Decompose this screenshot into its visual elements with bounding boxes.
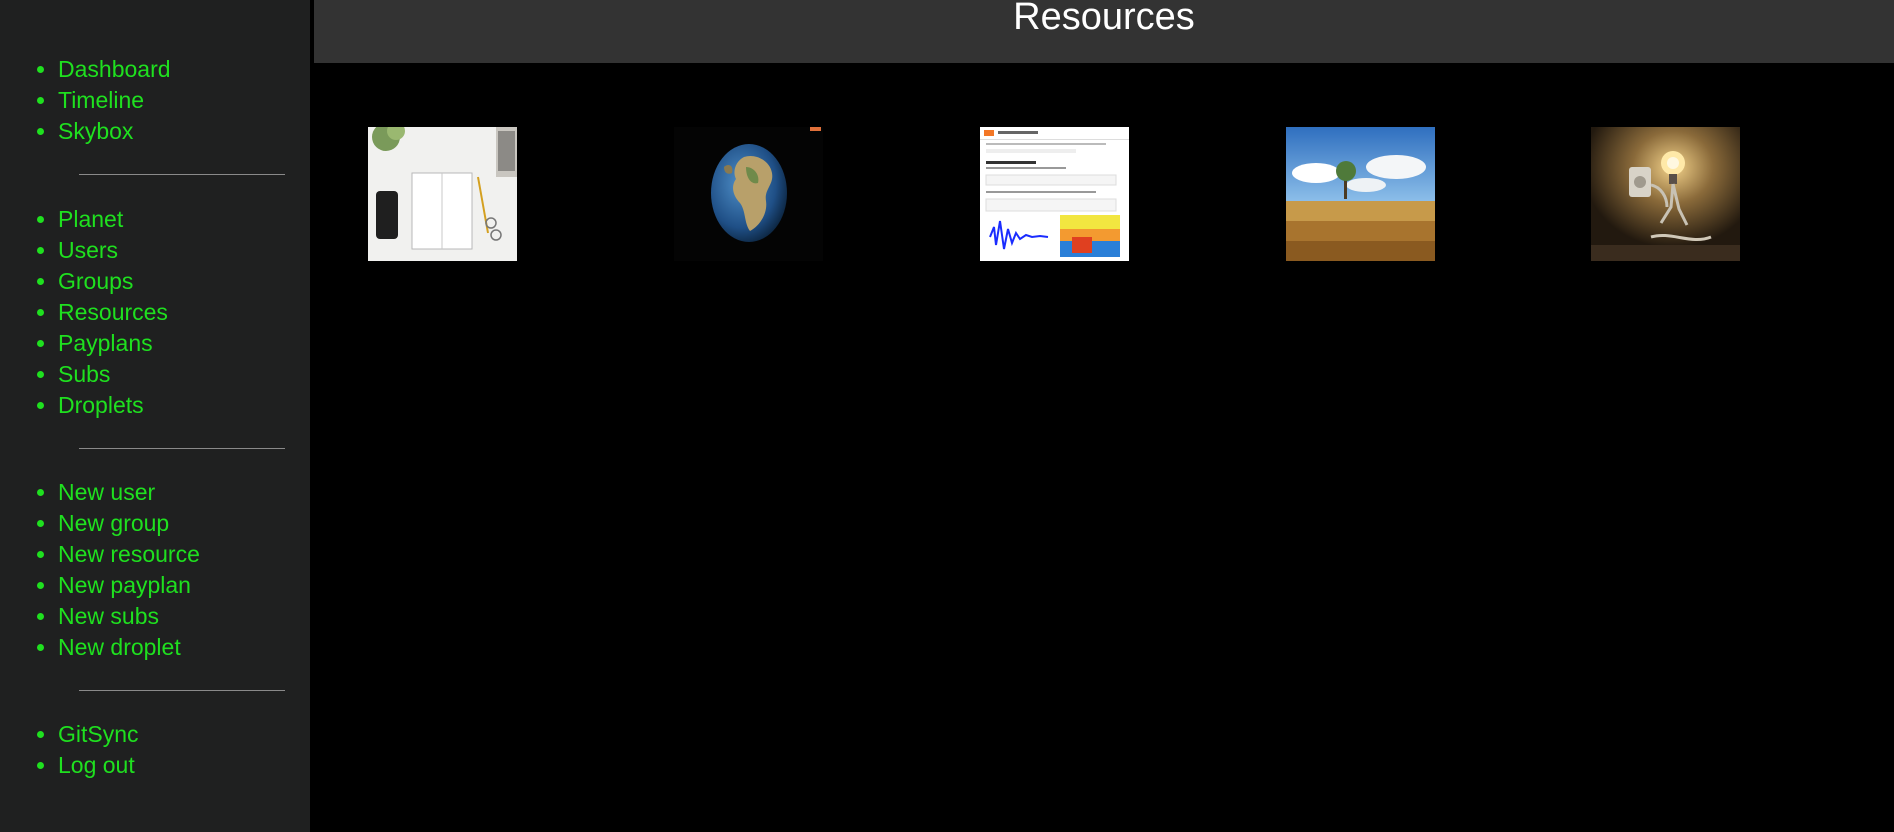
nav-link-new-subs[interactable]: New subs: [58, 601, 200, 632]
nav-link-new-user[interactable]: New user: [58, 477, 200, 508]
nav-link-label[interactable]: Dashboard: [58, 56, 171, 82]
nav-link-label[interactable]: New droplet: [58, 634, 181, 660]
nav-group-admin: Planet Users Groups Resources Payplans S…: [0, 204, 168, 421]
nav-link-label[interactable]: Log out: [58, 752, 135, 778]
nav-link-label[interactable]: New subs: [58, 603, 159, 629]
nav-link-label[interactable]: New payplan: [58, 572, 191, 598]
nav-link-new-payplan[interactable]: New payplan: [58, 570, 200, 601]
nav-link-label[interactable]: Resources: [58, 299, 168, 325]
nav-group-account: GitSync Log out: [0, 719, 139, 781]
nav-link-dashboard[interactable]: Dashboard: [58, 54, 171, 85]
resource-thumbnail-lightbulb[interactable]: [1591, 127, 1740, 261]
nav-link-log-out[interactable]: Log out: [58, 750, 139, 781]
nav-link-label[interactable]: Users: [58, 237, 118, 263]
resource-thumbnail-jupyter[interactable]: [980, 127, 1129, 261]
nav-link-users[interactable]: Users: [58, 235, 168, 266]
nav-group-create: New user New group New resource New payp…: [0, 477, 200, 663]
nav-link-label[interactable]: Payplans: [58, 330, 153, 356]
nav-link-new-droplet[interactable]: New droplet: [58, 632, 200, 663]
nav-link-payplans[interactable]: Payplans: [58, 328, 168, 359]
nav-link-label[interactable]: GitSync: [58, 721, 139, 747]
sidebar-divider: [79, 690, 285, 691]
nav-link-label[interactable]: Droplets: [58, 392, 144, 418]
nav-link-label[interactable]: New group: [58, 510, 169, 536]
wheat-field-sky-image: [1286, 127, 1435, 261]
sidebar: Dashboard Timeline Skybox Planet Users G…: [0, 0, 310, 832]
nav-link-label[interactable]: Planet: [58, 206, 123, 232]
notebook-desk-image: [368, 127, 517, 261]
nav-link-droplets[interactable]: Droplets: [58, 390, 168, 421]
nav-group-main: Dashboard Timeline Skybox: [0, 54, 171, 147]
nav-link-label[interactable]: Timeline: [58, 87, 144, 113]
nav-link-planet[interactable]: Planet: [58, 204, 168, 235]
resource-thumbnail-field[interactable]: [1286, 127, 1435, 261]
nav-link-subs[interactable]: Subs: [58, 359, 168, 390]
nav-link-new-group[interactable]: New group: [58, 508, 200, 539]
page-title: Resources: [1013, 0, 1195, 38]
sidebar-divider: [79, 448, 285, 449]
nav-link-label[interactable]: New user: [58, 479, 155, 505]
nav-link-groups[interactable]: Groups: [58, 266, 168, 297]
resource-thumbnail-notebook[interactable]: [368, 127, 517, 261]
nav-link-skybox[interactable]: Skybox: [58, 116, 171, 147]
lightbulb-outlet-image: [1591, 127, 1740, 261]
nav-link-new-resource[interactable]: New resource: [58, 539, 200, 570]
resource-thumbnail-earth[interactable]: [674, 127, 823, 261]
page-header: Resources: [314, 0, 1894, 63]
nav-link-resources[interactable]: Resources: [58, 297, 168, 328]
nav-link-label[interactable]: Groups: [58, 268, 133, 294]
jupyter-notebook-screenshot: [980, 127, 1129, 261]
nav-link-label[interactable]: Subs: [58, 361, 110, 387]
sidebar-divider: [79, 174, 285, 175]
nav-link-label[interactable]: New resource: [58, 541, 200, 567]
nav-link-timeline[interactable]: Timeline: [58, 85, 171, 116]
nav-link-gitsync[interactable]: GitSync: [58, 719, 139, 750]
nav-link-label[interactable]: Skybox: [58, 118, 133, 144]
earth-image: [674, 127, 823, 261]
